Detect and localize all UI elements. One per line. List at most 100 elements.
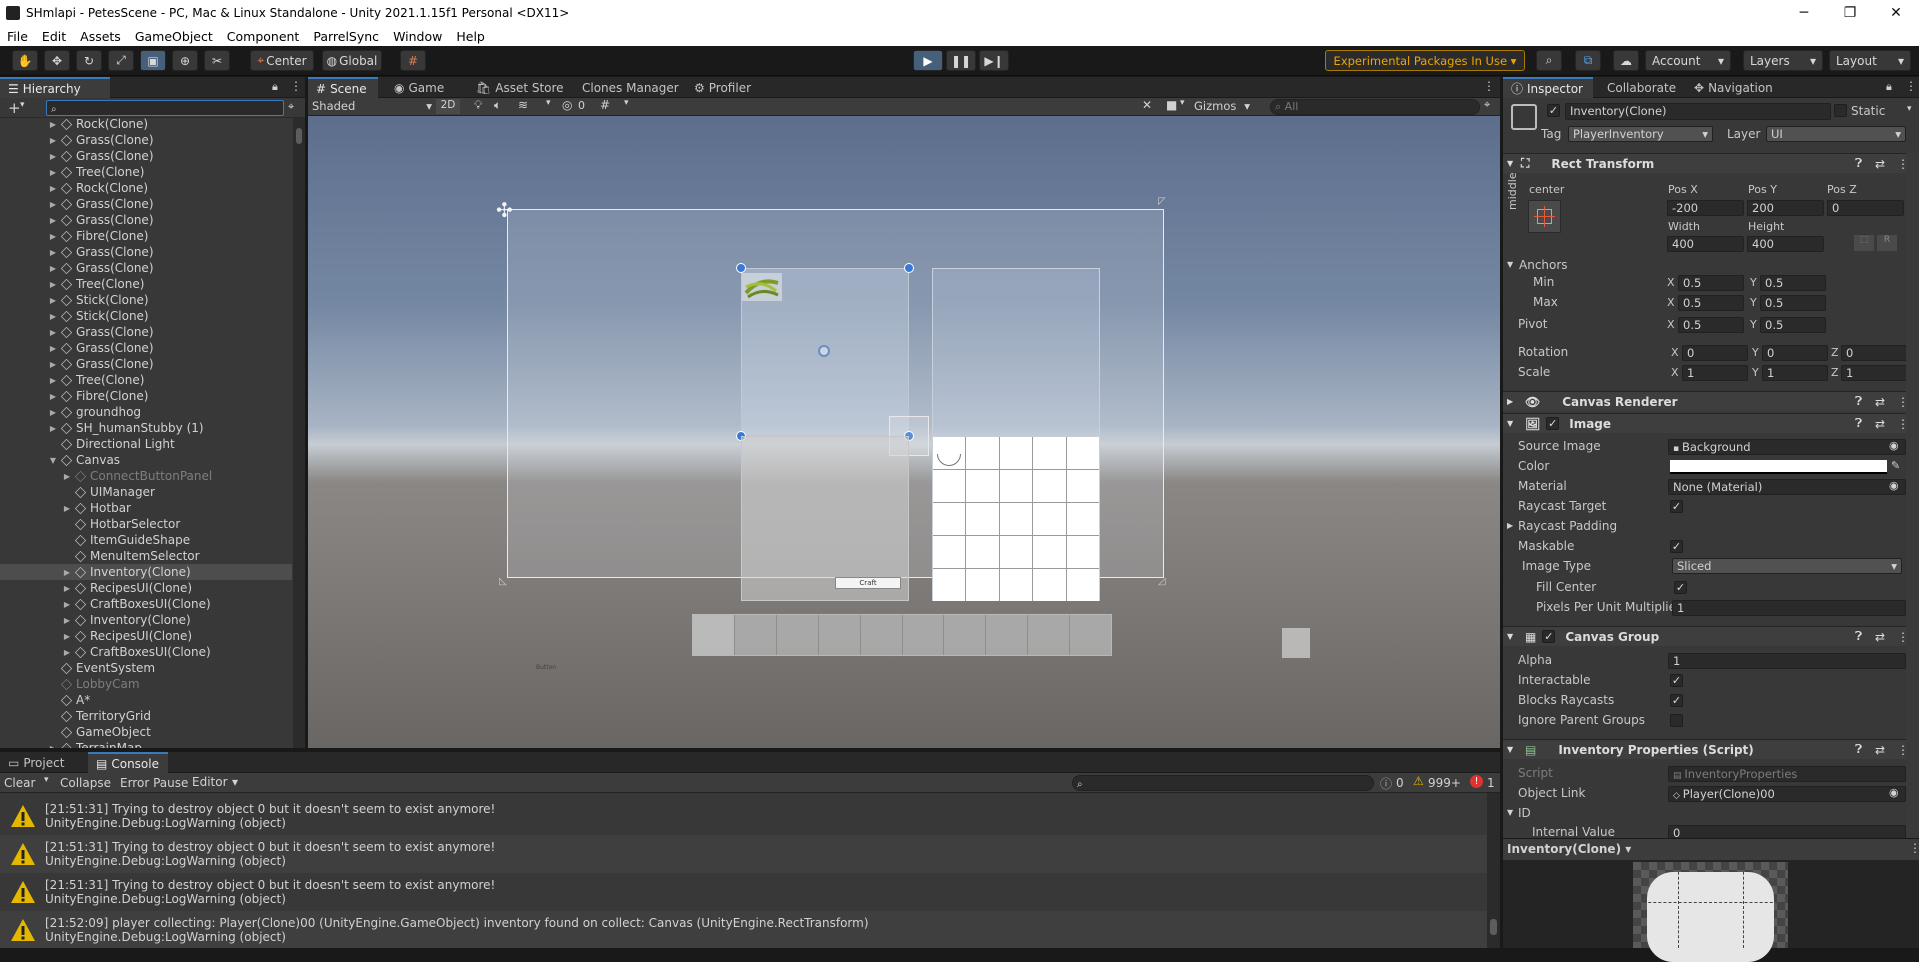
rotation-z-field[interactable]: 0	[1841, 345, 1907, 361]
chevron-down-icon[interactable]: ▾	[546, 98, 551, 108]
inventory-slot[interactable]	[1066, 569, 1099, 601]
preset-icon[interactable]: ⇄	[1875, 743, 1885, 757]
help-icon[interactable]: ❓︎	[1855, 629, 1862, 644]
foldout-icon[interactable]: ▶	[62, 616, 72, 625]
hierarchy-item[interactable]: ▶ Tree(Clone)	[0, 372, 292, 388]
fill-center-checkbox[interactable]: ✓	[1674, 581, 1687, 594]
hierarchy-item[interactable]: ▶ Rock(Clone)	[0, 118, 292, 132]
foldout-icon[interactable]: ▼	[1507, 419, 1517, 428]
foldout-icon[interactable]: ▼	[1507, 159, 1517, 168]
hierarchy-item[interactable]: ▶ Stick(Clone)	[0, 292, 292, 308]
error-count-icon[interactable]: !	[1470, 775, 1483, 788]
chevron-down-icon[interactable]: ▾	[1907, 104, 1912, 114]
foldout-icon[interactable]: ▶	[48, 296, 58, 305]
anchor-handle-icon[interactable]: ✣	[496, 198, 513, 222]
hierarchy-item[interactable]: ▶ Grass(Clone)	[0, 148, 292, 164]
raycast-target-checkbox[interactable]: ✓	[1670, 500, 1683, 513]
hotbar-slot[interactable]	[860, 615, 902, 655]
tab-collaborate[interactable]: Collaborate	[1599, 77, 1684, 98]
rotation-x-field[interactable]: 0	[1682, 345, 1748, 361]
hierarchy-item[interactable]: ▶ CraftBoxesUI(Clone)	[0, 596, 292, 612]
hierarchy-item[interactable]: ▶ Stick(Clone)	[0, 308, 292, 324]
hierarchy-item[interactable]: ▶ Rock(Clone)	[0, 180, 292, 196]
inventory-slot[interactable]	[966, 437, 999, 469]
raw-edit-button[interactable]: R	[1877, 235, 1897, 251]
inventory-slot[interactable]	[1066, 470, 1099, 502]
hierarchy-item[interactable]: ▶ SH_humanStubby (1)	[0, 420, 292, 436]
craft-button[interactable]: Craft	[835, 577, 901, 589]
shading-mode-dropdown[interactable]: Shaded ▾	[312, 99, 432, 114]
tab-project[interactable]: ▭ Project	[0, 752, 72, 773]
collapse-button[interactable]: Collapse	[60, 776, 111, 790]
anchor-max-y-field[interactable]: 0.5	[1760, 295, 1826, 311]
global-space-button[interactable]: ◍ Global	[322, 50, 382, 71]
scale-y-field[interactable]: 1	[1762, 365, 1828, 381]
hand-tool-icon[interactable]: ✋	[12, 50, 38, 71]
interactable-checkbox[interactable]: ✓	[1670, 674, 1683, 687]
close-icon[interactable]: ✕	[1873, 0, 1919, 26]
canvas-renderer-header[interactable]: ▶ 👁︎ Canvas Renderer ❓︎ ⇄ ⋮	[1503, 391, 1919, 411]
hierarchy-item[interactable]: ▶ Grass(Clone)	[0, 132, 292, 148]
rotation-y-field[interactable]: 0	[1762, 345, 1828, 361]
pos-x-field[interactable]: -200	[1667, 200, 1744, 216]
inventory-panel-selected[interactable]	[741, 268, 909, 436]
source-image-field[interactable]: ▪ Background	[1668, 439, 1906, 455]
ppu-field[interactable]: 1	[1672, 600, 1906, 616]
preview-title[interactable]: Inventory(Clone) ▾	[1507, 842, 1631, 856]
lighting-icon[interactable]: 💡︎	[474, 98, 482, 113]
inspector-scrollbar[interactable]	[1906, 153, 1919, 838]
foldout-icon[interactable]: ▶	[48, 168, 58, 177]
hierarchy-item[interactable]: ▶ Inventory(Clone)	[0, 612, 292, 628]
foldout-icon[interactable]: ▶	[62, 504, 72, 513]
effects-icon[interactable]: ≋	[518, 98, 528, 112]
inventory-properties-header[interactable]: ▼ ▤ Inventory Properties (Script) ❓︎ ⇄ ⋮	[1503, 739, 1919, 759]
tab-hierarchy[interactable]: ☰ Hierarchy	[0, 77, 110, 98]
inventory-slot[interactable]	[966, 569, 999, 601]
foldout-icon[interactable]: ▶	[62, 568, 72, 577]
help-icon[interactable]: ❓︎	[1855, 394, 1862, 409]
rect-transform-header[interactable]: ▼ ⛶ Rect Transform ❓︎ ⇄ ⋮	[1503, 153, 1919, 173]
foldout-icon[interactable]: ▶	[48, 216, 58, 225]
scale-z-field[interactable]: 1	[1841, 365, 1907, 381]
transform-tool-icon[interactable]: ⊕	[172, 50, 198, 71]
tab-profiler[interactable]: ⚙ Profiler	[686, 77, 759, 98]
hierarchy-scrollbar[interactable]	[293, 118, 305, 748]
inventory-slot-first[interactable]	[934, 438, 964, 468]
console-log-entry[interactable]: [21:51:31] Trying to destroy object 0 bu…	[0, 873, 1487, 911]
menu-assets[interactable]: Assets	[73, 29, 128, 44]
hidden-objects-icon[interactable]: ◎	[562, 98, 572, 112]
menu-gameobject[interactable]: GameObject	[128, 29, 220, 44]
hierarchy-item[interactable]: ▶ ConnectButtonPanel	[0, 468, 292, 484]
log-count-icon[interactable]: ⓘ	[1380, 775, 1392, 792]
hierarchy-item[interactable]: TerritoryGrid	[0, 708, 292, 724]
foldout-icon[interactable]: ▼	[1507, 632, 1517, 641]
inventory-slot[interactable]	[933, 569, 966, 601]
rotate-tool-icon[interactable]: ↻	[76, 50, 102, 71]
anchor-min-y-field[interactable]: 0.5	[1760, 275, 1826, 291]
tools-icon[interactable]: ✕	[1142, 98, 1152, 112]
menu-window[interactable]: Window	[386, 29, 449, 44]
hierarchy-item[interactable]: ItemGuideShape	[0, 532, 292, 548]
collab-icon[interactable]: ⧉	[1575, 50, 1601, 71]
pivot-y-field[interactable]: 0.5	[1760, 317, 1826, 333]
chevron-down-icon[interactable]: ▾	[1180, 98, 1185, 108]
console-log-entry[interactable]: [21:51:31] Trying to destroy object 0 bu…	[0, 835, 1487, 873]
lock-icon[interactable]: 🔒︎	[272, 80, 278, 94]
play-button[interactable]: ▶	[913, 50, 943, 71]
hotbar-slot[interactable]	[986, 615, 1028, 655]
preset-icon[interactable]: ⇄	[1875, 417, 1885, 431]
hierarchy-item[interactable]: ▶ TerrainMap	[0, 740, 292, 748]
layer-dropdown[interactable]: UI ▾	[1766, 126, 1906, 142]
help-icon[interactable]: ❓︎	[1855, 742, 1862, 757]
hierarchy-item[interactable]: ▶ Inventory(Clone)	[0, 564, 292, 580]
foldout-icon[interactable]: ▶	[48, 312, 58, 321]
hotbar-slot[interactable]	[734, 615, 776, 655]
width-field[interactable]: 400	[1667, 236, 1744, 252]
object-picker-icon[interactable]: ◉	[1889, 439, 1899, 452]
hierarchy-item[interactable]: GameObject	[0, 724, 292, 740]
foldout-icon[interactable]: ▶	[48, 264, 58, 273]
preset-icon[interactable]: ⇄	[1875, 630, 1885, 644]
layers-dropdown[interactable]: Layers ▾	[1743, 50, 1823, 71]
scene-viewport[interactable]: ✣ ◸ ◺ ◿ Button Craft	[308, 116, 1500, 748]
inventory-slot[interactable]	[999, 569, 1033, 601]
